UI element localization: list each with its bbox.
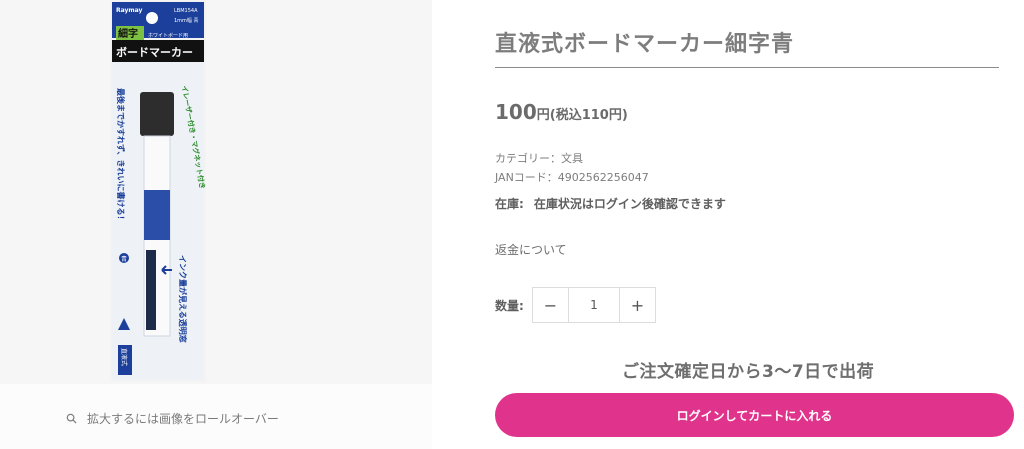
product-jan-code: JANコード：4902562256047 [495,171,649,184]
quantity-input[interactable]: 1 [568,288,620,322]
package-spec: 1mm幅 青 [174,17,199,24]
quantity-row: 数量: − 1 + [495,287,656,323]
price-tax-included: (税込110円) [549,108,628,123]
package-name: ボードマーカー [116,45,193,59]
product-price: 100円(税込110円) [495,100,628,124]
shipping-note: ご注文確定日から3〜7日で出荷 [622,362,875,382]
quantity-label: 数量: [495,298,524,313]
stock-label: 在庫: [495,197,524,211]
search-icon [66,413,77,424]
package-subtitle: ホワイトボード用 [148,32,188,39]
price-amount: 100 [495,100,537,124]
refund-link[interactable]: 返金について [495,241,567,258]
product-title: 直液式ボードマーカー細字青 [495,32,795,57]
package-copy-3: インク量が見える透明窓 [178,255,188,343]
quantity-decrease-button[interactable]: − [533,288,568,322]
package-model: LBM154A [174,8,198,14]
package-type-badge: 直液式 [120,348,128,366]
title-divider [495,67,999,68]
stock-text: 在庫状況はログイン後確認できます [533,197,726,211]
product-category: カテゴリー：文具 [495,152,583,165]
quantity-increase-button[interactable]: + [620,288,655,322]
product-image[interactable]: Raymay LBM154A 1mm幅 青 細字 ホワイトボード用 ボードマーカ… [110,0,206,382]
price-currency: 円 [536,108,550,123]
package-tag: 細字 [118,27,138,40]
zoom-hint-text: 拡大するには画像をロールオーバー [87,412,279,426]
zoom-hint: 拡大するには画像をロールオーバー [66,410,279,427]
package-copy-1: 最後までかすれず、きれいに書ける！ [116,88,126,223]
quantity-stepper: − 1 + [532,287,656,323]
add-to-cart-button[interactable]: ログインしてカートに入れる [495,393,1014,437]
stock-status: 在庫: 在庫状況はログイン後確認できます [495,195,726,212]
package-brand: Raymay [116,7,143,14]
product-gallery: Raymay LBM154A 1mm幅 青 細字 ホワイトボード用 ボードマーカ… [0,0,432,449]
package-color-badge: 青 [121,255,127,263]
